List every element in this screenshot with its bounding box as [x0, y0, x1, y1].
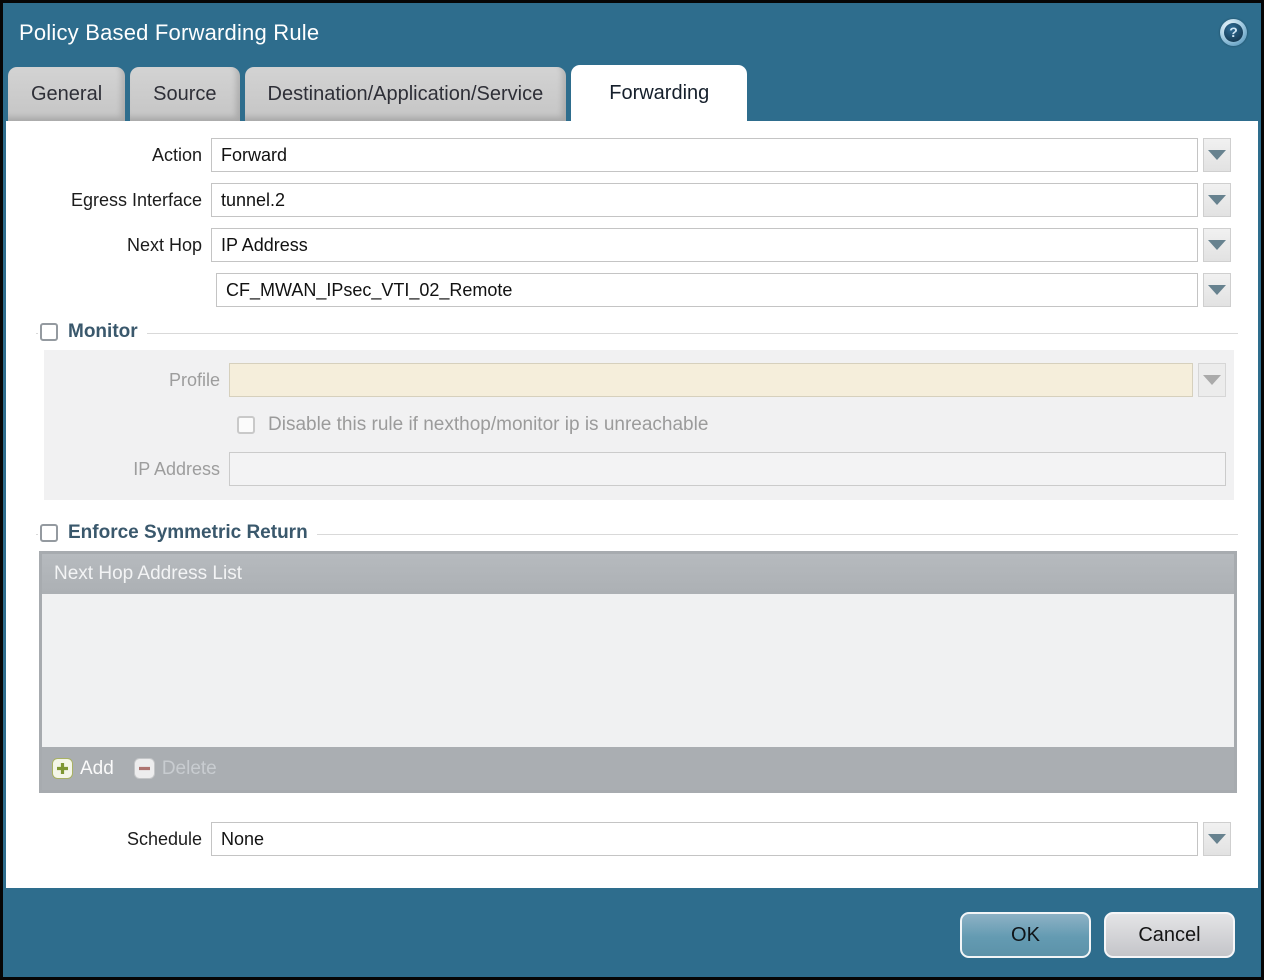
- symmetric-return-legend: Enforce Symmetric Return: [38, 522, 317, 544]
- action-dropdown-button[interactable]: [1203, 138, 1231, 172]
- schedule-select[interactable]: None: [211, 822, 1198, 856]
- schedule-dropdown-button[interactable]: [1203, 822, 1231, 856]
- next-hop-address-dropdown-button[interactable]: [1203, 273, 1231, 307]
- monitor-ip-row: IP Address: [44, 452, 1226, 486]
- chevron-down-icon: [1208, 150, 1226, 160]
- next-hop-address-table: Next Hop Address List Add: [39, 551, 1237, 793]
- symmetric-return-group: Enforce Symmetric Return Next Hop Addres…: [36, 534, 1238, 793]
- cancel-button[interactable]: Cancel: [1104, 912, 1235, 958]
- minus-icon: [134, 758, 155, 779]
- help-icon[interactable]: ?: [1220, 19, 1247, 46]
- tab-general[interactable]: General: [8, 67, 125, 121]
- ok-button[interactable]: OK: [960, 912, 1091, 958]
- profile-row: Profile: [44, 363, 1226, 397]
- policy-based-forwarding-dialog: Policy Based Forwarding Rule ? General S…: [0, 0, 1264, 980]
- profile-dropdown-button: [1198, 363, 1226, 397]
- chevron-down-icon: [1208, 240, 1226, 250]
- add-button[interactable]: Add: [52, 758, 114, 780]
- chevron-down-icon: [1203, 375, 1221, 385]
- monitor-checkbox[interactable]: [40, 323, 58, 341]
- chevron-down-icon: [1208, 834, 1226, 844]
- next-hop-address-list-body: [42, 594, 1234, 747]
- action-row: Action Forward: [6, 138, 1231, 172]
- egress-interface-dropdown-button[interactable]: [1203, 183, 1231, 217]
- plus-icon: [52, 758, 73, 779]
- monitor-legend: Monitor: [38, 321, 147, 343]
- dialog-title: Policy Based Forwarding Rule: [19, 20, 319, 46]
- next-hop-type-select[interactable]: IP Address: [211, 228, 1198, 262]
- symmetric-return-legend-label: Enforce Symmetric Return: [68, 522, 308, 544]
- delete-button-label: Delete: [162, 758, 217, 780]
- action-label: Action: [6, 145, 211, 166]
- next-hop-label: Next Hop: [6, 235, 211, 256]
- title-bar: Policy Based Forwarding Rule ?: [3, 3, 1261, 62]
- monitor-panel: Profile Disable this rule if nexthop/mon…: [44, 350, 1234, 500]
- schedule-label: Schedule: [6, 829, 211, 850]
- egress-interface-select[interactable]: tunnel.2: [211, 183, 1198, 217]
- add-button-label: Add: [80, 758, 114, 780]
- next-hop-address-row: CF_MWAN_IPsec_VTI_02_Remote: [6, 273, 1231, 307]
- profile-select: [229, 363, 1193, 397]
- delete-button: Delete: [134, 758, 217, 780]
- tab-source[interactable]: Source: [130, 67, 239, 121]
- tab-destination-application-service[interactable]: Destination/Application/Service: [245, 67, 567, 121]
- monitor-legend-label: Monitor: [68, 321, 138, 343]
- monitor-group: Monitor Profile Disable this rule if nex…: [36, 333, 1238, 500]
- profile-label: Profile: [44, 370, 229, 391]
- tab-forwarding[interactable]: Forwarding: [571, 65, 747, 121]
- next-hop-type-dropdown-button[interactable]: [1203, 228, 1231, 262]
- next-hop-address-list-header: Next Hop Address List: [42, 554, 1234, 594]
- chevron-down-icon: [1208, 195, 1226, 205]
- disable-rule-row: Disable this rule if nexthop/monitor ip …: [237, 414, 1226, 436]
- disable-rule-checkbox: [237, 416, 255, 434]
- action-select[interactable]: Forward: [211, 138, 1198, 172]
- next-hop-row: Next Hop IP Address: [6, 228, 1231, 262]
- egress-interface-label: Egress Interface: [6, 190, 211, 211]
- symmetric-return-checkbox[interactable]: [40, 524, 58, 542]
- chevron-down-icon: [1208, 285, 1226, 295]
- tab-bar: General Source Destination/Application/S…: [3, 62, 1261, 121]
- schedule-row: Schedule None: [6, 822, 1231, 856]
- egress-interface-row: Egress Interface tunnel.2: [6, 183, 1231, 217]
- dialog-footer: OK Cancel: [3, 888, 1261, 977]
- disable-rule-label: Disable this rule if nexthop/monitor ip …: [268, 414, 708, 436]
- monitor-ip-input: [229, 452, 1226, 486]
- next-hop-address-select[interactable]: CF_MWAN_IPsec_VTI_02_Remote: [216, 273, 1198, 307]
- help-icon-glyph: ?: [1224, 23, 1243, 42]
- forwarding-tab-content: Action Forward Egress Interface tunnel.2…: [6, 121, 1258, 888]
- table-footer-toolbar: Add Delete: [42, 747, 1234, 790]
- monitor-ip-label: IP Address: [44, 459, 229, 480]
